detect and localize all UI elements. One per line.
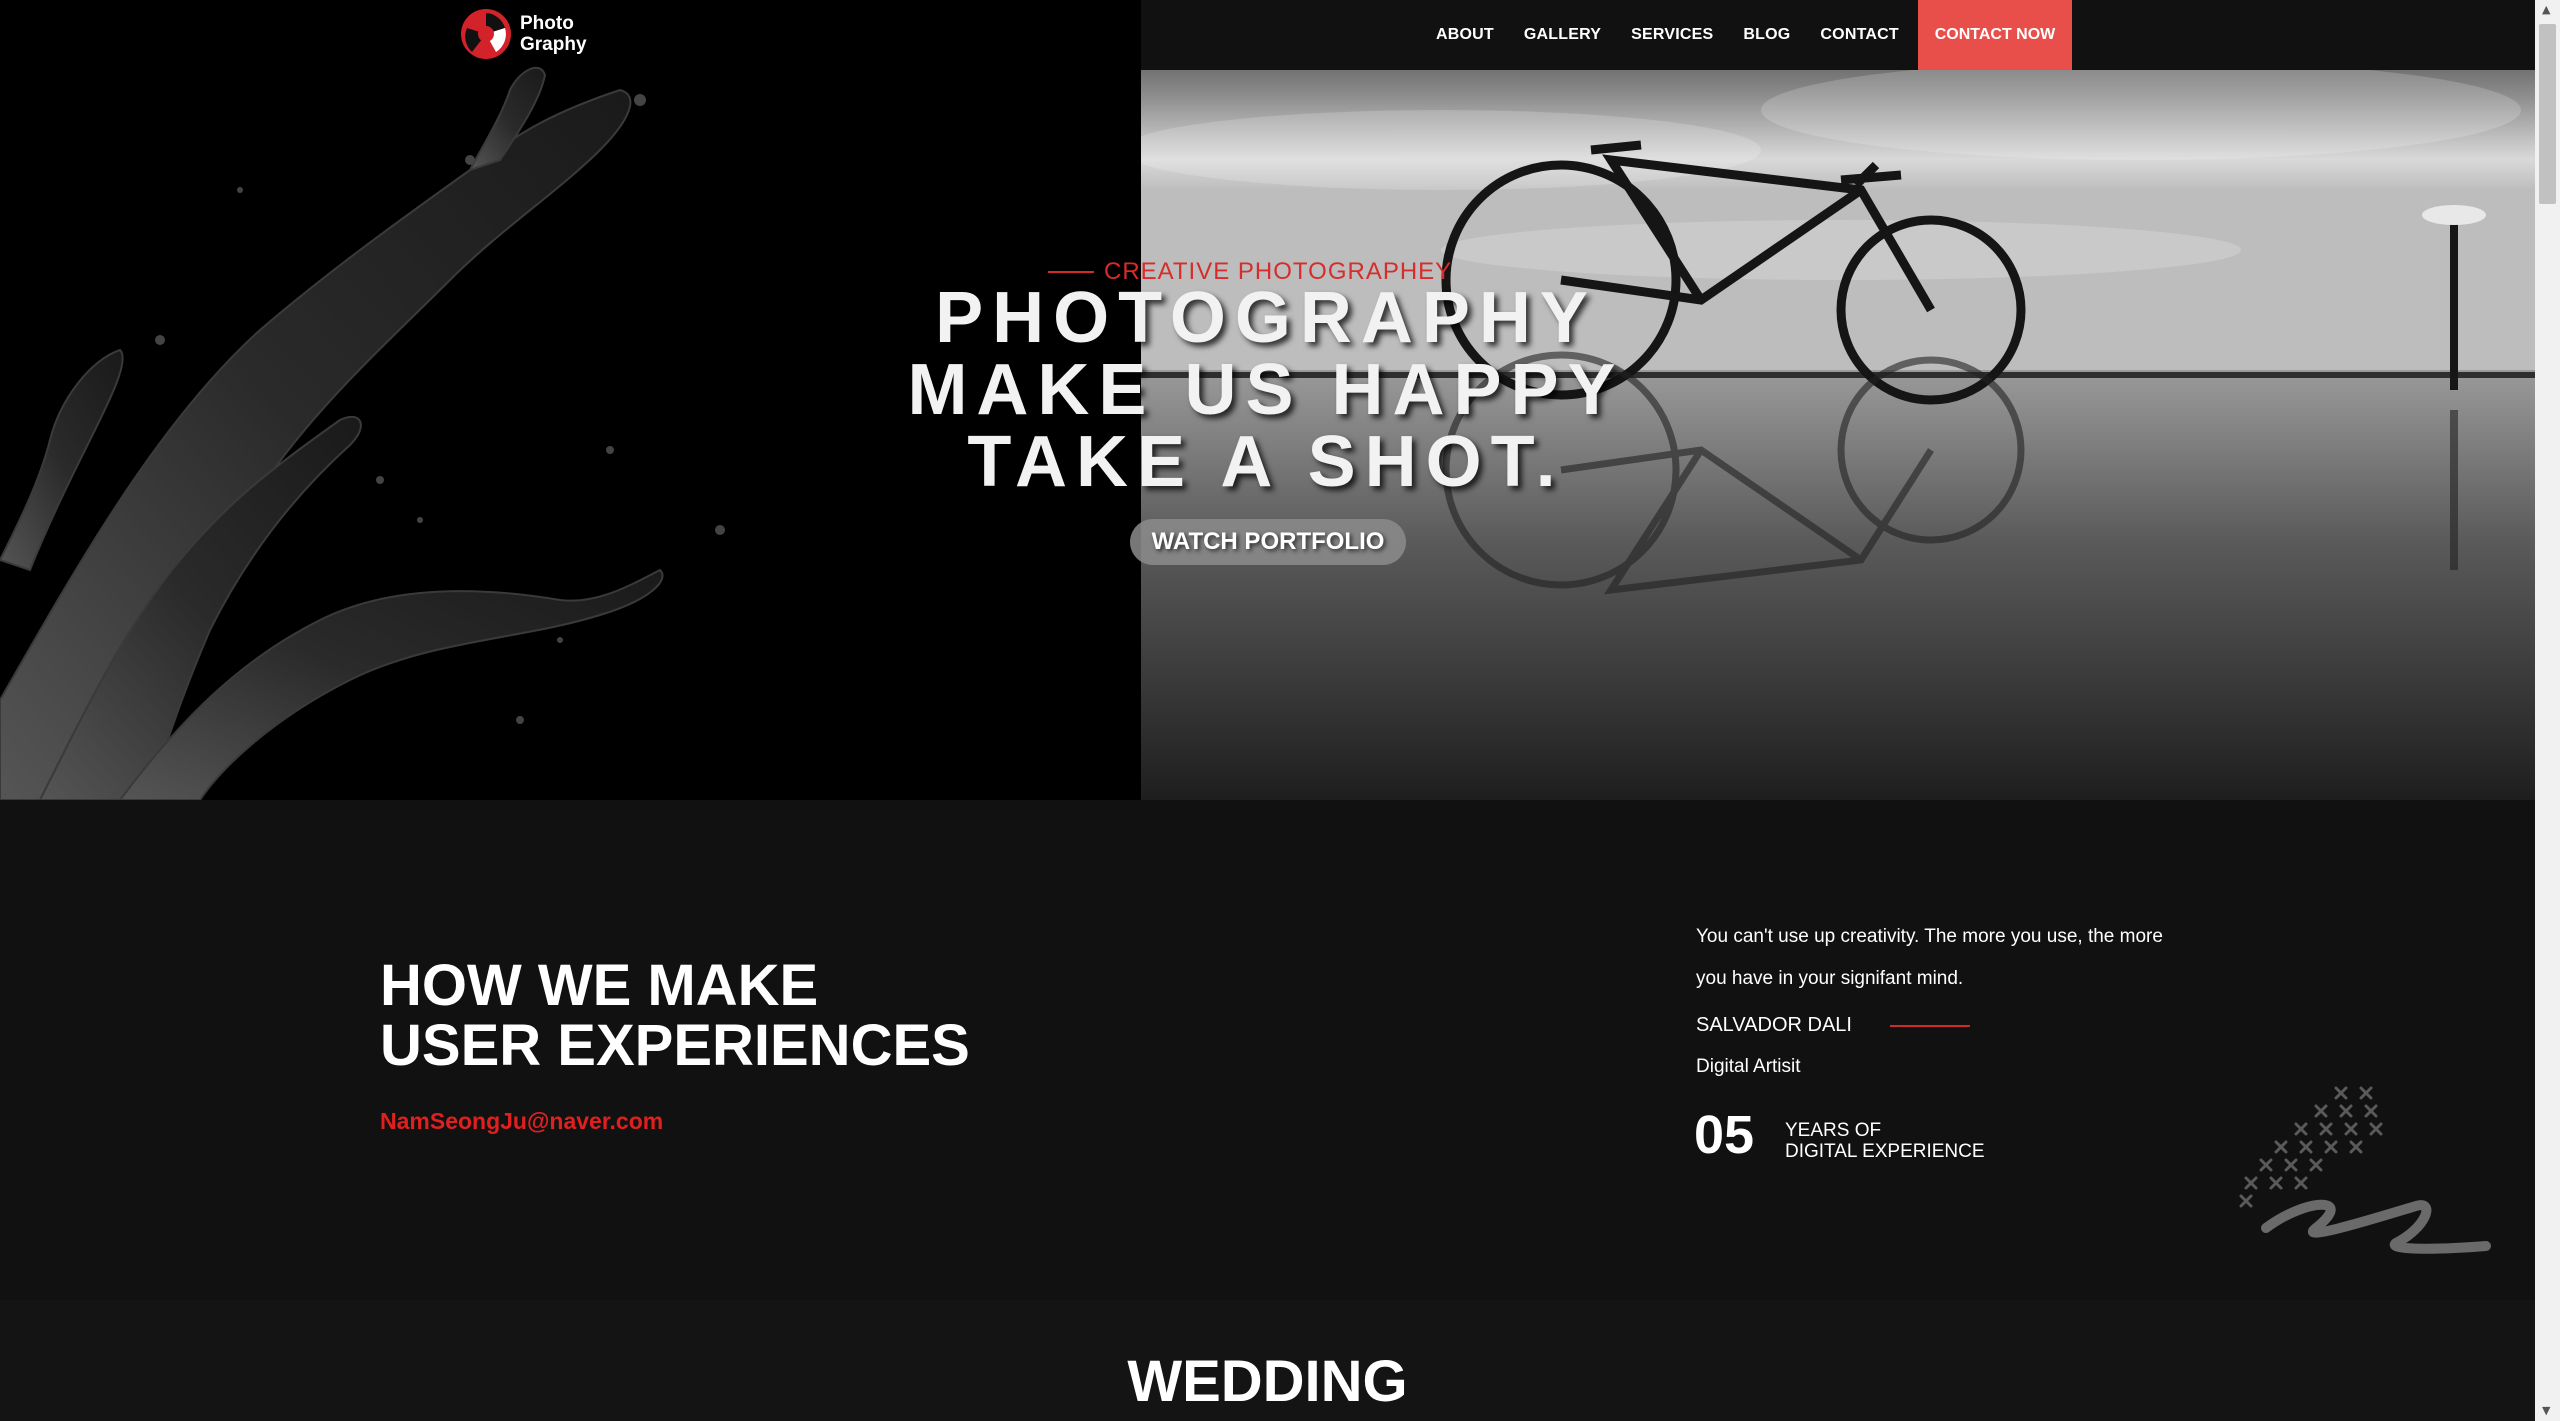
wedding-heading: WEDDING [1127, 1349, 1408, 1414]
nav-item-about[interactable]: ABOUT [1436, 26, 1494, 44]
scrollbar-thumb[interactable] [2539, 24, 2556, 204]
logo-wordmark: Photo Graphy [520, 13, 587, 55]
experience-label-line-2: DIGITAL EXPERIENCE [1785, 1141, 1985, 1162]
watch-portfolio-button[interactable]: WATCH PORTFOLIO [1130, 519, 1406, 565]
hero-title-line-3: TAKE A SHOT. [967, 422, 1565, 502]
about-heading-line-2: USER EXPERIENCES [380, 1013, 970, 1078]
eyebrow-divider [1048, 271, 1094, 273]
hero-title: PHOTOGRAPHY MAKE US HAPPY TAKE A SHOT. [860, 282, 1672, 498]
logo-line-2: Graphy [520, 34, 587, 55]
contact-email-link[interactable]: NamSeongJu@naver.com [380, 1108, 663, 1135]
contact-now-button[interactable]: CONTACT NOW [1918, 0, 2072, 70]
nav-item-contact[interactable]: CONTACT [1820, 26, 1898, 44]
quote-text: You can't use up creativity. The more yo… [1696, 926, 2163, 989]
hero-title-line-1: PHOTOGRAPHY [935, 278, 1597, 358]
experience-label-line-1: YEARS OF [1785, 1120, 1882, 1141]
about-heading-line-1: HOW WE MAKE [380, 953, 819, 1018]
experience-years-number: 05 [1694, 1105, 1755, 1165]
page-scrollbar[interactable]: ▲ ▼ [2535, 0, 2560, 1421]
decorative-x-pattern-icon [2239, 1086, 2491, 1254]
hero-title-line-2: MAKE US HAPPY [907, 350, 1625, 430]
nav-item-blog[interactable]: BLOG [1743, 26, 1790, 44]
aperture-logo-icon [461, 9, 511, 59]
top-navigation-bar: Photo Graphy ABOUT GALLERY SERVICES BLOG… [0, 0, 2535, 70]
about-heading: HOW WE MAKE USER EXPERIENCES [380, 956, 970, 1076]
quote-author-role: Digital Artisit [1696, 1056, 1801, 1077]
wedding-section: WEDDING [0, 1300, 2535, 1421]
author-divider [1889, 1024, 1970, 1027]
experience-label: YEARS OF DIGITAL EXPERIENCE [1785, 1120, 1985, 1162]
scroll-up-arrow-icon[interactable]: ▲ [2542, 4, 2550, 16]
quote-author: SALVADOR DALI [1696, 1014, 1970, 1037]
about-section: HOW WE MAKE USER EXPERIENCES NamSeongJu@… [0, 800, 2535, 1300]
nav-item-gallery[interactable]: GALLERY [1524, 26, 1601, 44]
scroll-down-arrow-icon[interactable]: ▼ [2542, 1405, 2550, 1417]
main-menu: ABOUT GALLERY SERVICES BLOG CONTACT [1436, 0, 1929, 70]
brand-logo[interactable]: Photo Graphy [460, 8, 587, 60]
nav-item-services[interactable]: SERVICES [1631, 26, 1713, 44]
logo-line-1: Photo [520, 13, 574, 34]
quote-author-name: SALVADOR DALI [1696, 1014, 1852, 1036]
